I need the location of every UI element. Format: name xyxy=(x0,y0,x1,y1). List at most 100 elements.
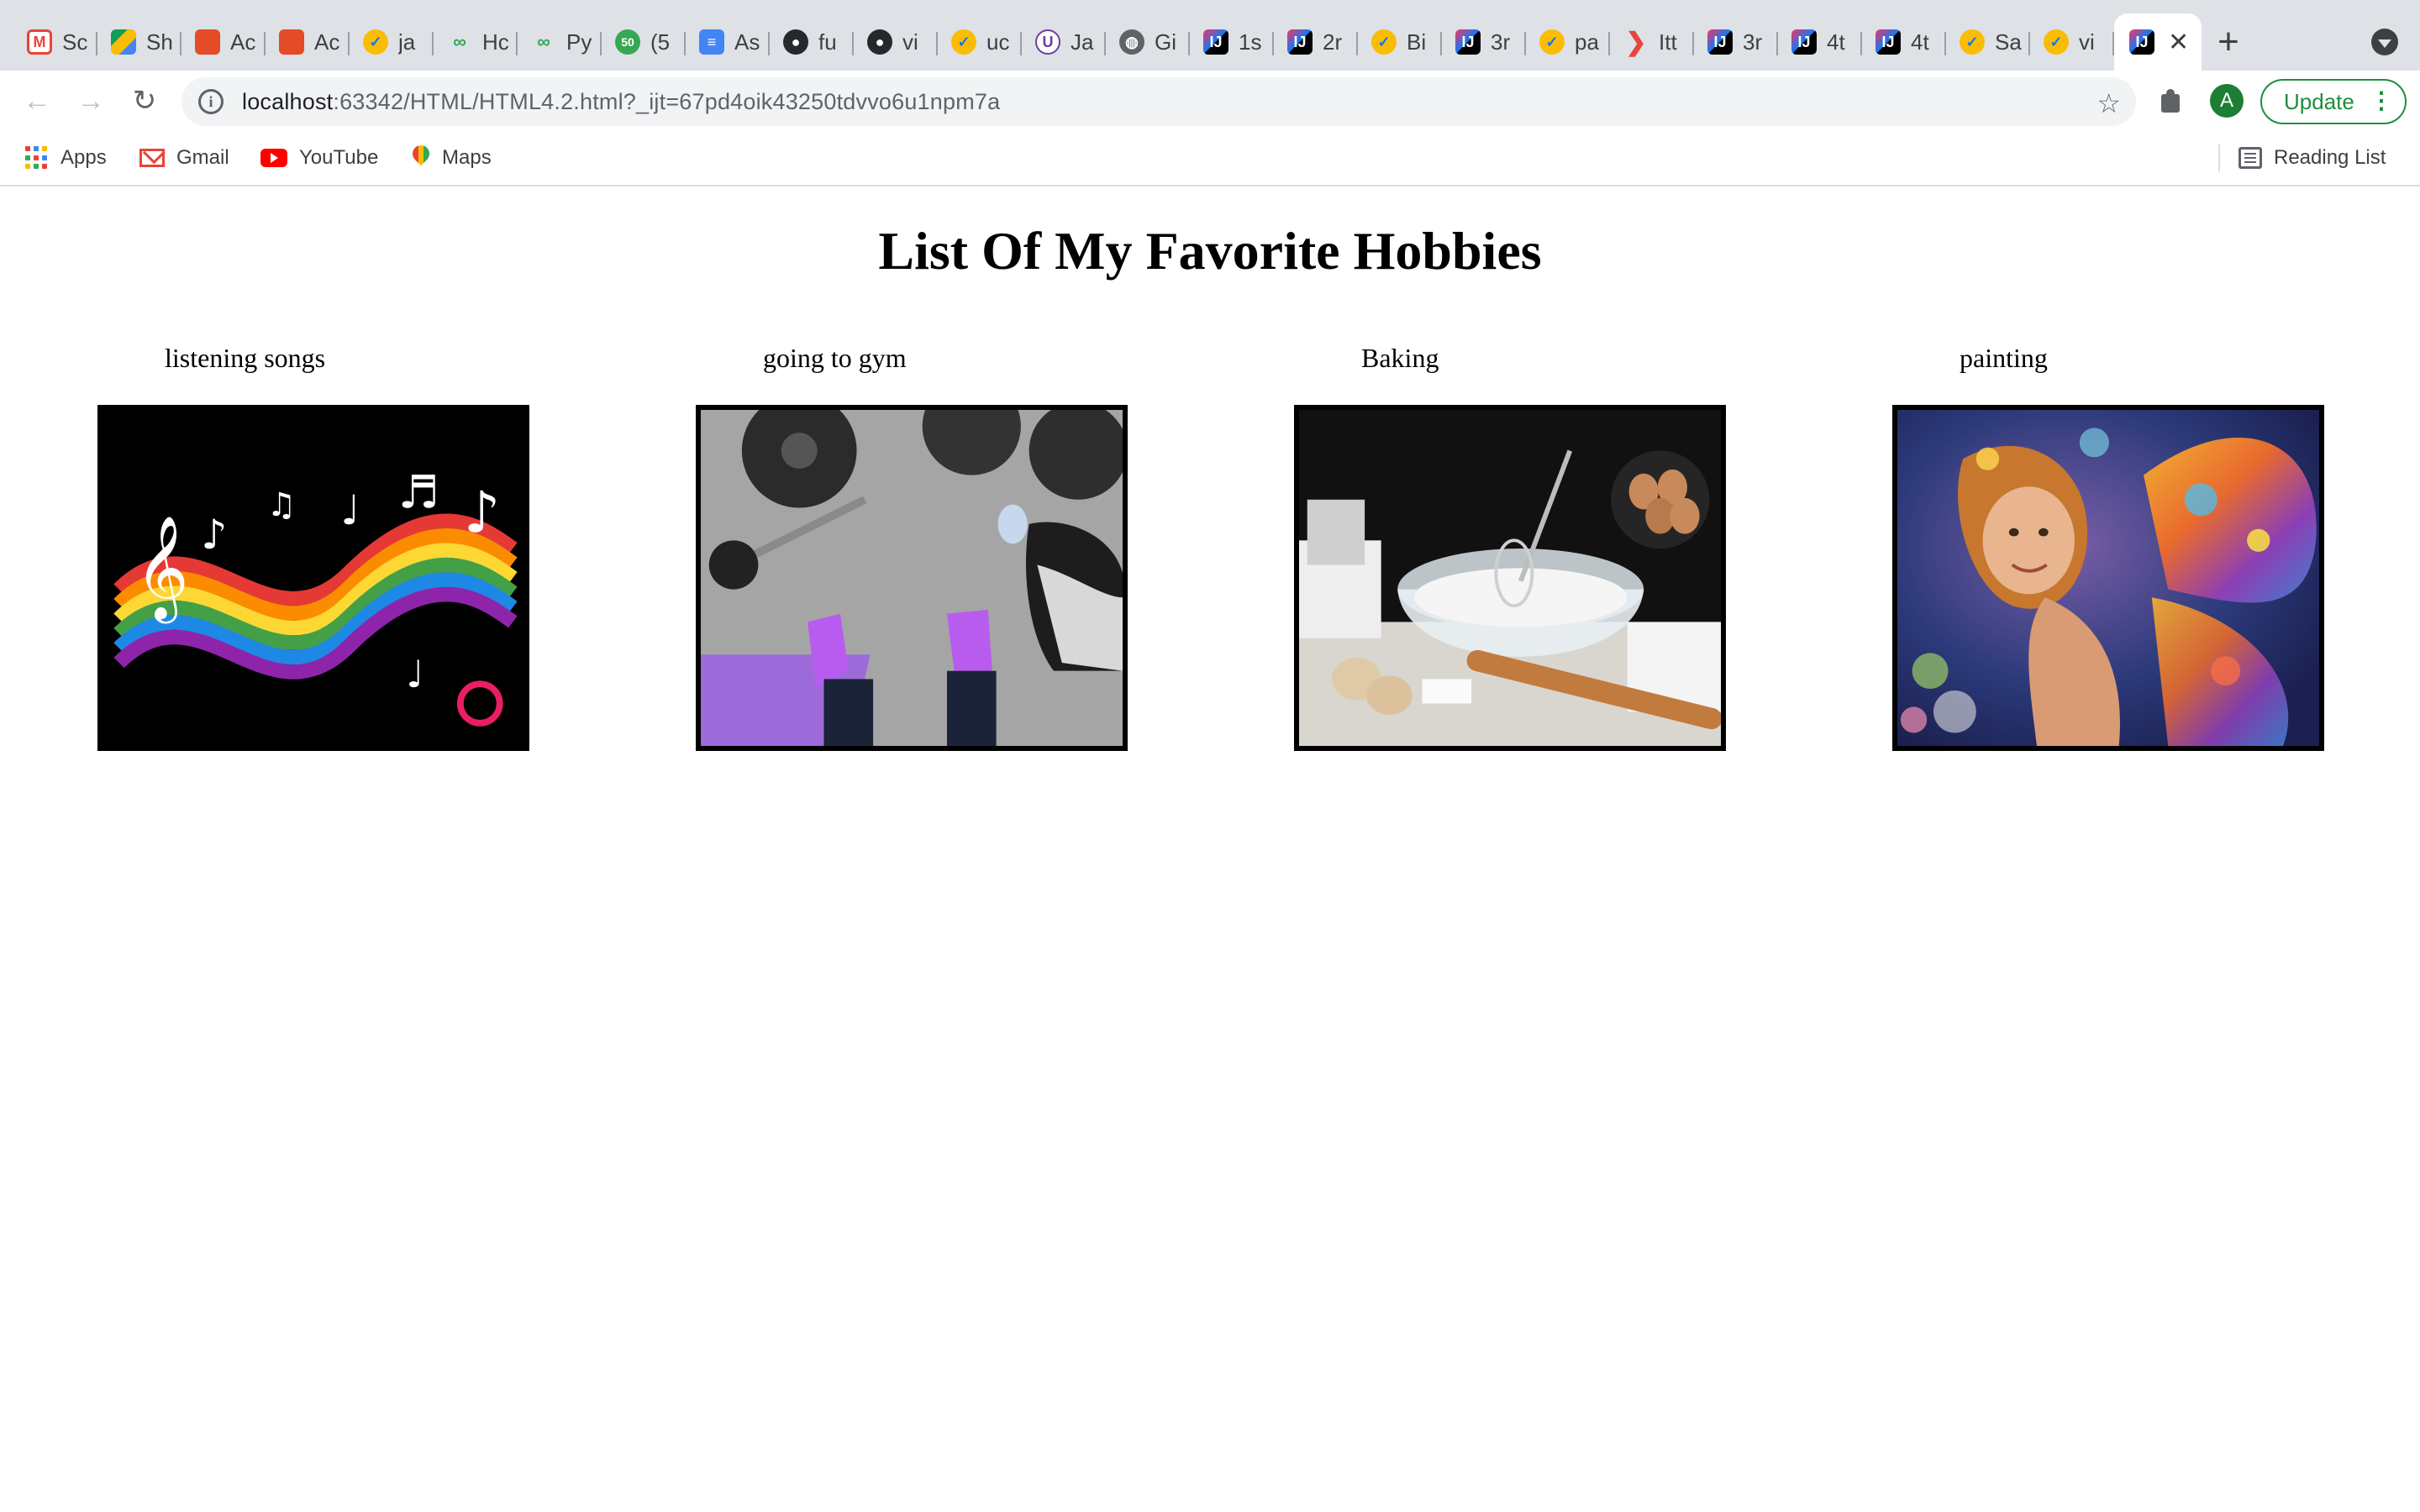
svg-text:♬: ♬ xyxy=(398,465,439,519)
browser-tab[interactable]: ∞ Hc xyxy=(434,13,518,71)
back-arrow-icon[interactable]: ← xyxy=(20,84,54,118)
tab-title: As xyxy=(734,29,760,55)
checkmark-icon: ✓ xyxy=(951,29,976,55)
browser-tab[interactable]: Ac xyxy=(182,13,266,71)
tab-title: 4t xyxy=(1827,29,1845,55)
checkmark-icon: ✓ xyxy=(1539,29,1565,55)
hobby-label: painting xyxy=(1960,343,2048,373)
gmail-icon xyxy=(139,149,165,167)
bookmark-maps[interactable]: Maps xyxy=(412,143,492,173)
tab-title: Gi xyxy=(1155,29,1176,55)
globe-icon: ◍ xyxy=(1119,29,1144,55)
tab-title: Sa xyxy=(1995,29,2022,55)
browser-tab[interactable]: M Sc xyxy=(13,13,97,71)
svg-text:♪: ♪ xyxy=(201,512,227,559)
url-path: :63342/HTML/HTML4.2.html?_ijt=67pd4oik43… xyxy=(333,88,1001,114)
tab-title: vi xyxy=(2079,29,2095,55)
url-text[interactable]: localhost:63342/HTML/HTML4.2.html?_ijt=6… xyxy=(242,89,1000,115)
reading-list-icon xyxy=(2238,147,2262,169)
bookmark-star-icon[interactable]: ☆ xyxy=(2096,87,2121,119)
u-circle-icon: U xyxy=(1035,29,1060,55)
update-button[interactable]: Update ⋮ xyxy=(2260,79,2407,124)
browser-tab[interactable]: ≡ As xyxy=(686,13,770,71)
tab-title: Sh xyxy=(146,29,173,55)
browser-tab[interactable]: ● vi xyxy=(854,13,938,71)
bookmark-label: Apps xyxy=(60,146,107,169)
svg-text:𝄞: 𝄞 xyxy=(135,516,189,624)
arrow-icon: ❯ xyxy=(1625,28,1647,56)
red-stairs-icon xyxy=(279,29,304,55)
tab-title: 1s xyxy=(1239,29,1262,55)
tab-title: 3r xyxy=(1743,29,1763,55)
browser-tab[interactable]: ❯ Itt xyxy=(1610,13,1694,71)
intellij-icon: IJ xyxy=(2129,29,2154,55)
bookmark-apps[interactable]: Apps xyxy=(25,143,107,173)
browser-tab[interactable]: IJ 4t xyxy=(1862,13,1946,71)
tab-title: uc xyxy=(986,29,1010,55)
browser-tab[interactable]: ● fu xyxy=(770,13,854,71)
browser-tab[interactable]: IJ 3r xyxy=(1442,13,1526,71)
browser-tab[interactable]: ∞ Py xyxy=(518,13,602,71)
bookmark-gmail[interactable]: Gmail xyxy=(139,143,229,173)
intellij-icon: IJ xyxy=(1876,29,1901,55)
site-info-icon[interactable]: i xyxy=(198,89,224,114)
hobby-label: Baking xyxy=(1361,343,1439,373)
kebab-menu-icon[interactable]: ⋮ xyxy=(2370,89,2393,113)
tab-title: Itt xyxy=(1659,29,1677,55)
forward-arrow-icon[interactable]: → xyxy=(74,84,108,118)
address-bar[interactable]: i localhost:63342/HTML/HTML4.2.html?_ijt… xyxy=(182,77,2136,126)
browser-tab[interactable]: ✓ Sa xyxy=(1946,13,2030,71)
baking-ingredients-graphic xyxy=(1299,410,1721,746)
active-tab[interactable]: IJ ✕ xyxy=(2114,13,2202,71)
browser-tab[interactable]: ✓ uc xyxy=(938,13,1022,71)
tab-title: Hc xyxy=(482,29,509,55)
browser-tab[interactable]: ◍ Gi xyxy=(1106,13,1190,71)
apps-grid-icon xyxy=(25,146,49,170)
update-label: Update xyxy=(2284,88,2354,114)
fairy-painting-image xyxy=(1892,405,2324,751)
intellij-icon: IJ xyxy=(1203,29,1228,55)
extensions-puzzle-icon[interactable] xyxy=(2158,87,2186,116)
tab-title: 3r xyxy=(1491,29,1511,55)
intellij-icon: IJ xyxy=(1707,29,1733,55)
hobby-label: listening songs xyxy=(165,343,326,373)
baking-ingredients-image xyxy=(1294,405,1726,751)
google-drive-icon xyxy=(111,29,136,55)
reload-icon[interactable]: ↻ xyxy=(128,84,161,118)
browser-tab[interactable]: U Ja xyxy=(1022,13,1106,71)
svg-text:♪: ♪ xyxy=(464,480,501,547)
green-link-icon: ∞ xyxy=(537,31,550,52)
tab-title: Ja xyxy=(1071,29,1094,55)
close-tab-icon[interactable]: ✕ xyxy=(2168,28,2189,57)
bookmark-youtube[interactable]: YouTube xyxy=(260,143,378,173)
tab-title: 4t xyxy=(1911,29,1929,55)
browser-tab[interactable]: ✓ ja xyxy=(350,13,434,71)
browser-tab[interactable]: IJ 3r xyxy=(1694,13,1778,71)
page-content: List Of My Favorite Hobbies listening so… xyxy=(0,186,2420,1512)
bookmark-label: YouTube xyxy=(299,146,379,169)
browser-tab[interactable]: Ac xyxy=(266,13,350,71)
gmail-icon: M xyxy=(27,29,52,55)
intellij-icon: IJ xyxy=(1287,29,1313,55)
green-link-icon: ∞ xyxy=(453,31,466,52)
reading-list-button[interactable]: Reading List xyxy=(2238,143,2386,173)
new-tab-button[interactable]: + xyxy=(2202,13,2255,71)
tab-title: Ac xyxy=(230,29,256,55)
browser-tab[interactable]: IJ 1s xyxy=(1190,13,1274,71)
browser-tab[interactable]: 50 (5 xyxy=(602,13,686,71)
fairy-painting-graphic xyxy=(1897,410,2319,746)
svg-text:♫: ♫ xyxy=(266,486,296,524)
browser-tab[interactable]: IJ 4t xyxy=(1778,13,1862,71)
browser-tab[interactable]: Sh xyxy=(97,13,182,71)
browser-tab[interactable]: ✓ vi xyxy=(2030,13,2114,71)
svg-text:♩: ♩ xyxy=(340,487,360,534)
profile-avatar[interactable]: A xyxy=(2210,84,2244,118)
tab-search-icon[interactable] xyxy=(2371,29,2398,55)
bookmarks-bar: Apps Gmail YouTube Maps Reading List xyxy=(0,131,2420,186)
browser-tab[interactable]: ✓ pa xyxy=(1526,13,1610,71)
browser-tab[interactable]: IJ 2r xyxy=(1274,13,1358,71)
tab-strip: M Sc Sh Ac Ac ✓ ja ∞ Hc ∞ Py 50 (5 ≡ As ● fu ● v… xyxy=(0,0,2420,71)
youtube-icon xyxy=(260,149,287,167)
browser-tab[interactable]: ✓ Bi xyxy=(1358,13,1442,71)
bookmarks-divider xyxy=(2218,144,2220,171)
